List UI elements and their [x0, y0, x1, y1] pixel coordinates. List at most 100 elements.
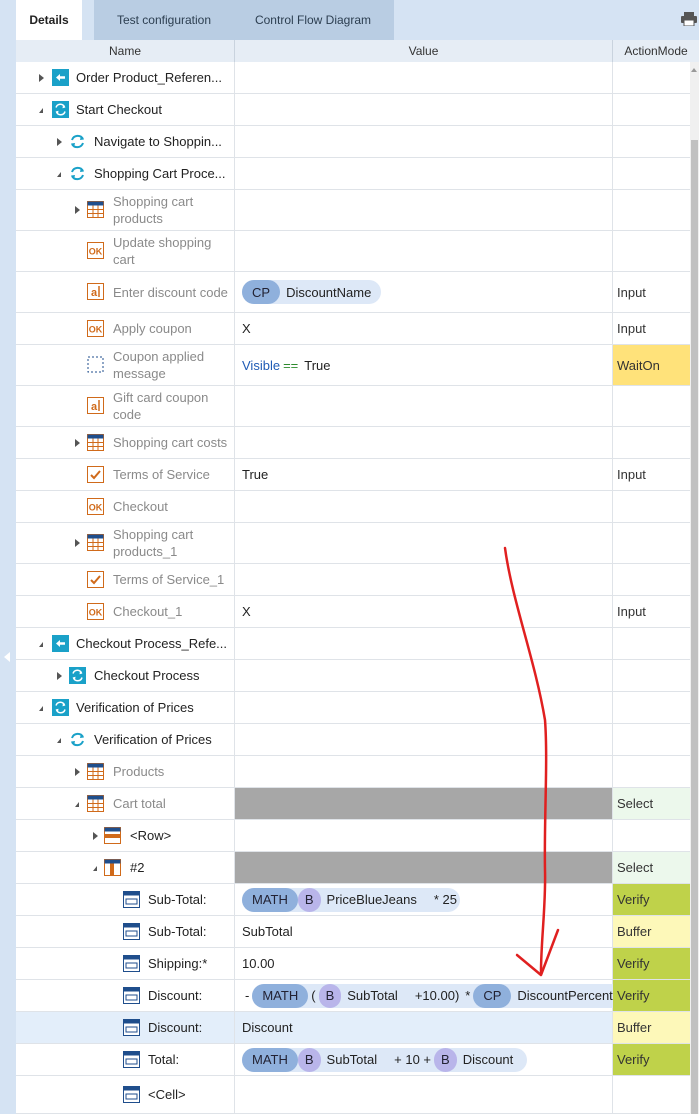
tree-row[interactable]: Shopping cart products: [16, 190, 690, 231]
value-cell[interactable]: [235, 523, 613, 563]
actionmode-cell[interactable]: WaitOn: [613, 345, 690, 385]
value-cell[interactable]: [235, 852, 613, 883]
value-cell[interactable]: [235, 190, 613, 230]
tree-row[interactable]: Checkout Process_Refe...: [16, 628, 690, 660]
tree-row[interactable]: Total: MATH B SubTotal + 10 + B Discount Verify: [16, 1044, 690, 1076]
value-cell[interactable]: [235, 692, 613, 723]
actionmode-cell[interactable]: [613, 158, 690, 189]
value-cell[interactable]: [235, 724, 613, 755]
expand-left-icon[interactable]: [4, 652, 10, 662]
column-header-actionmode[interactable]: ActionMode: [613, 40, 699, 62]
tree-row[interactable]: Verification of Prices: [16, 724, 690, 756]
expression-token[interactable]: CP DiscountName: [242, 280, 382, 304]
expression-token[interactable]: B Discount: [434, 1047, 524, 1072]
expression-token[interactable]: B SubTotal: [297, 1047, 388, 1072]
value-cell[interactable]: [235, 628, 613, 659]
expand-arrow-icon[interactable]: [75, 767, 80, 776]
tree-row[interactable]: Shopping cart products_1: [16, 523, 690, 564]
collapse-arrow-icon[interactable]: [93, 865, 97, 871]
math-expression-token[interactable]: MATH B PriceBlueJeans * 25: [242, 887, 461, 912]
value-cell[interactable]: 10.00: [235, 948, 613, 979]
value-cell[interactable]: [235, 427, 613, 458]
value-cell[interactable]: [235, 62, 613, 93]
value-cell[interactable]: [235, 158, 613, 189]
tree-row[interactable]: Start Checkout: [16, 94, 690, 126]
tree-row[interactable]: Cart total Select: [16, 788, 690, 820]
actionmode-cell[interactable]: [613, 231, 690, 271]
expression-token[interactable]: CP DiscountPercenta: [473, 983, 631, 1008]
actionmode-cell[interactable]: Select: [613, 788, 690, 819]
tree-row[interactable]: Verification of Prices: [16, 692, 690, 724]
actionmode-cell[interactable]: [613, 564, 690, 595]
value-cell[interactable]: SubTotal: [235, 916, 613, 947]
tree-row[interactable]: OK Update shopping cart: [16, 231, 690, 272]
value-cell[interactable]: [235, 820, 613, 851]
tree-row[interactable]: OK Checkout_1 X Input: [16, 596, 690, 628]
collapse-arrow-icon[interactable]: [57, 737, 61, 743]
expand-arrow-icon[interactable]: [93, 831, 98, 840]
expand-arrow-icon[interactable]: [57, 671, 62, 680]
actionmode-cell[interactable]: [613, 386, 690, 426]
value-cell[interactable]: [235, 756, 613, 787]
value-cell[interactable]: [235, 94, 613, 125]
vertical-scrollbar[interactable]: [690, 62, 699, 1114]
expand-arrow-icon[interactable]: [75, 539, 80, 547]
collapse-arrow-icon[interactable]: [39, 705, 43, 711]
value-cell[interactable]: MATH B SubTotal + 10 + B Discount: [235, 1044, 613, 1075]
tab-control-flow-diagram[interactable]: Control Flow Diagram: [232, 0, 394, 40]
actionmode-cell[interactable]: [613, 628, 690, 659]
value-cell[interactable]: X: [235, 596, 613, 627]
collapse-arrow-icon[interactable]: [75, 801, 79, 807]
actionmode-cell[interactable]: Input: [613, 313, 690, 344]
tab-test-configuration[interactable]: Test configuration: [94, 0, 234, 40]
print-icon[interactable]: [681, 12, 697, 26]
column-header-name[interactable]: Name: [16, 40, 235, 62]
actionmode-cell[interactable]: [613, 126, 690, 157]
value-cell[interactable]: X: [235, 313, 613, 344]
actionmode-cell[interactable]: [613, 756, 690, 787]
column-header-value[interactable]: Value: [235, 40, 613, 62]
actionmode-cell[interactable]: Buffer: [613, 916, 690, 947]
value-cell[interactable]: [235, 660, 613, 691]
tree-row[interactable]: <Row>: [16, 820, 690, 852]
actionmode-cell[interactable]: Verify: [613, 1044, 690, 1075]
actionmode-cell[interactable]: [613, 491, 690, 522]
value-cell[interactable]: MATH B PriceBlueJeans * 25: [235, 884, 613, 915]
actionmode-cell[interactable]: Select: [613, 852, 690, 883]
scroll-up-icon[interactable]: [691, 68, 697, 72]
tree-row[interactable]: Sub-Total: MATH B PriceBlueJeans * 25 Verify: [16, 884, 690, 916]
actionmode-cell[interactable]: Input: [613, 596, 690, 627]
actionmode-cell[interactable]: [613, 724, 690, 755]
actionmode-cell[interactable]: [613, 820, 690, 851]
value-cell[interactable]: [235, 231, 613, 271]
expand-arrow-icon[interactable]: [39, 73, 44, 82]
tree-row[interactable]: Sub-Total: SubTotal Buffer: [16, 916, 690, 948]
actionmode-cell[interactable]: Input: [613, 272, 690, 312]
math-expression-token[interactable]: MATH(B SubTotal +10.00) * CP DiscountPercenta: [252, 983, 635, 1008]
collapse-arrow-icon[interactable]: [39, 641, 43, 647]
actionmode-cell[interactable]: [613, 660, 690, 691]
actionmode-cell[interactable]: Verify: [613, 884, 690, 915]
value-cell[interactable]: [235, 491, 613, 522]
tree-row[interactable]: Products: [16, 756, 690, 788]
value-cell[interactable]: [235, 386, 613, 426]
tree-row[interactable]: Shopping Cart Proce...: [16, 158, 690, 190]
value-cell[interactable]: [235, 564, 613, 595]
scrollbar-thumb[interactable]: [691, 140, 698, 1114]
expand-arrow-icon[interactable]: [57, 137, 62, 146]
tree-row[interactable]: Navigate to Shoppin...: [16, 126, 690, 158]
left-collapse-bar[interactable]: [0, 0, 16, 1114]
value-cell[interactable]: Discount: [235, 1012, 613, 1043]
tree-row[interactable]: Checkout Process: [16, 660, 690, 692]
value-cell[interactable]: True: [235, 459, 613, 490]
collapse-arrow-icon[interactable]: [39, 107, 43, 113]
tree-row[interactable]: Shipping:* 10.00 Verify: [16, 948, 690, 980]
actionmode-cell[interactable]: [613, 523, 690, 563]
tree-row[interactable]: Shopping cart costs: [16, 427, 690, 459]
tab-details[interactable]: Details: [16, 0, 82, 40]
actionmode-cell[interactable]: [613, 62, 690, 93]
expression-token[interactable]: B PriceBlueJeans: [297, 887, 427, 912]
actionmode-cell[interactable]: [613, 427, 690, 458]
tree-row[interactable]: OK Apply coupon X Input: [16, 313, 690, 345]
value-cell[interactable]: - MATH(B SubTotal +10.00) * CP DiscountPercent…: [235, 980, 635, 1011]
